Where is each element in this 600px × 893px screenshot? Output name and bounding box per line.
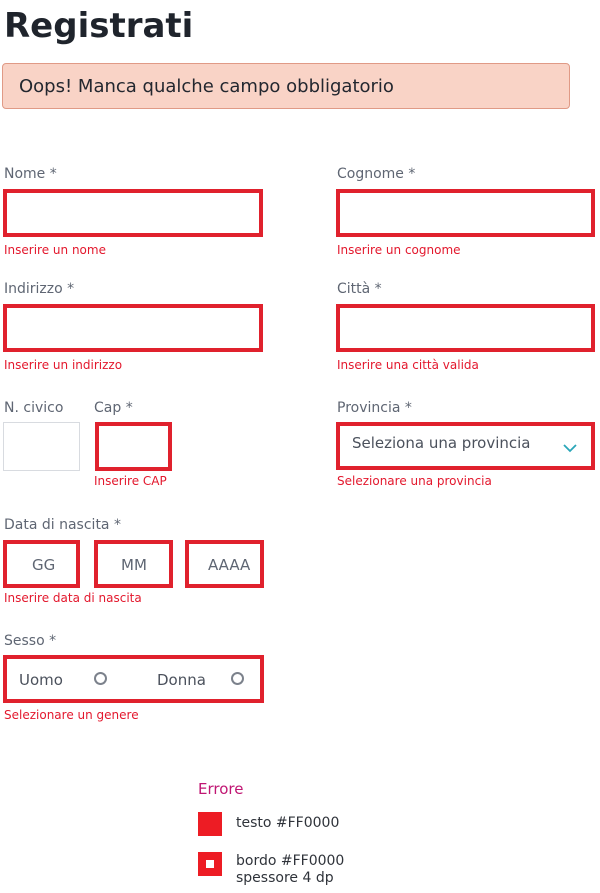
giorno-input[interactable]: GG bbox=[3, 540, 80, 588]
anno-placeholder: AAAA bbox=[208, 556, 251, 574]
nome-input[interactable] bbox=[3, 189, 263, 237]
page-title: Registrati bbox=[4, 6, 194, 46]
cognome-error: Inserire un cognome bbox=[337, 243, 461, 257]
donna-label: Donna bbox=[157, 671, 206, 689]
error-alert: Oops! Manca qualche campo obbligatorio bbox=[2, 63, 570, 109]
indirizzo-error: Inserire un indirizzo bbox=[4, 358, 123, 372]
nascita-label: Data di nascita * bbox=[4, 517, 121, 533]
sesso-label: Sesso * bbox=[4, 633, 57, 649]
sesso-radio-group: Uomo Donna bbox=[3, 655, 264, 703]
cap-input[interactable] bbox=[95, 422, 172, 471]
border-swatch-inner bbox=[206, 860, 214, 868]
provincia-label: Provincia * bbox=[337, 400, 412, 416]
nascita-error: Inserire data di nascita bbox=[4, 591, 142, 605]
indirizzo-input[interactable] bbox=[3, 304, 263, 352]
legend-border-line2: spessore 4 dp bbox=[236, 870, 334, 886]
provincia-error: Selezionare una provincia bbox=[337, 474, 492, 488]
uomo-radio[interactable] bbox=[94, 672, 107, 685]
citta-label: Città * bbox=[337, 281, 382, 297]
civico-label: N. civico bbox=[4, 400, 64, 416]
text-color-swatch bbox=[198, 812, 222, 836]
mese-input[interactable]: MM bbox=[94, 540, 173, 588]
chevron-down-icon bbox=[563, 438, 577, 457]
mese-placeholder: MM bbox=[121, 556, 147, 574]
nome-label: Nome * bbox=[4, 166, 57, 182]
indirizzo-label: Indirizzo * bbox=[4, 281, 75, 297]
legend-border-line1: bordo #FF0000 bbox=[236, 853, 345, 869]
legend-title: Errore bbox=[198, 780, 244, 798]
provincia-selected-value: Seleziona una provincia bbox=[352, 434, 531, 452]
cap-error: Inserire CAP bbox=[94, 474, 167, 488]
anno-input[interactable]: AAAA bbox=[185, 540, 264, 588]
uomo-label: Uomo bbox=[19, 671, 63, 689]
legend-text-item: testo #FF0000 bbox=[236, 815, 340, 831]
civico-input[interactable] bbox=[3, 422, 80, 471]
legend-border-item: bordo #FF0000 spessore 4 dp bbox=[236, 853, 344, 887]
donna-radio[interactable] bbox=[231, 672, 244, 685]
nome-error: Inserire un nome bbox=[4, 243, 106, 257]
citta-error: Inserire una città valida bbox=[337, 358, 479, 372]
giorno-placeholder: GG bbox=[32, 556, 56, 574]
provincia-select[interactable]: Seleziona una provincia bbox=[336, 422, 595, 470]
sesso-error: Selezionare un genere bbox=[4, 708, 139, 722]
cap-label: Cap * bbox=[94, 400, 133, 416]
cognome-label: Cognome * bbox=[337, 166, 416, 182]
cognome-input[interactable] bbox=[336, 189, 595, 237]
border-swatch bbox=[198, 852, 222, 876]
citta-input[interactable] bbox=[336, 304, 595, 352]
